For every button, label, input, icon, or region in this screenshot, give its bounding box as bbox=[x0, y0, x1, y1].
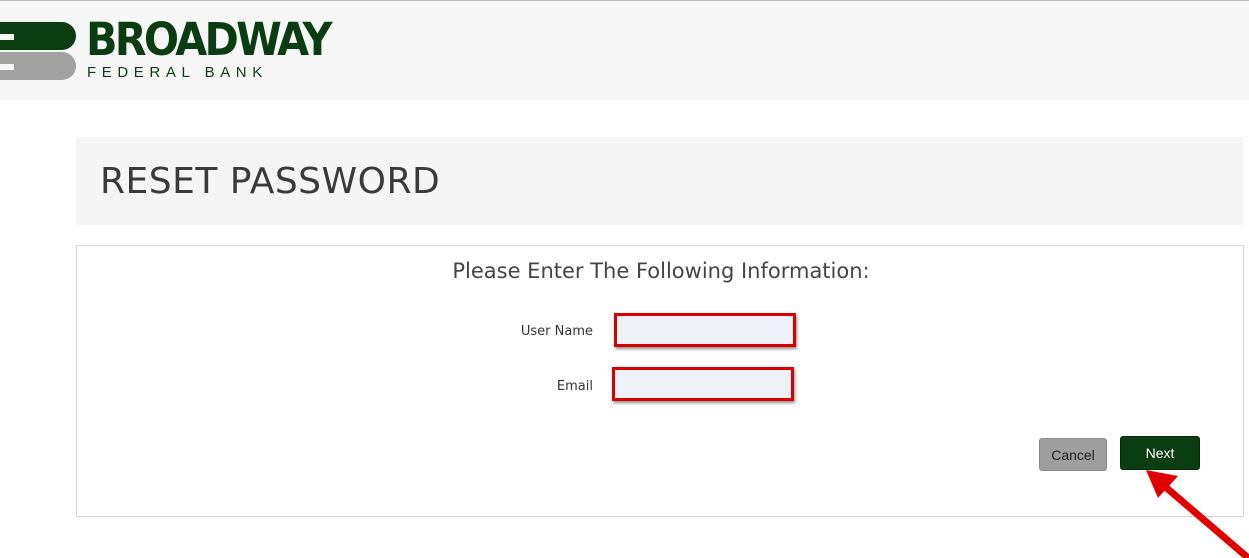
username-label: User Name bbox=[520, 324, 593, 339]
cancel-button[interactable]: Cancel bbox=[1039, 438, 1107, 471]
logo-subtitle: FEDERAL BANK bbox=[87, 64, 268, 81]
form-instructions: Please Enter The Following Information: bbox=[452, 259, 870, 283]
page-title-bar: RESET PASSWORD bbox=[76, 137, 1243, 225]
site-header: BROADWAY FEDERAL BANK bbox=[0, 1, 1249, 100]
email-label: Email bbox=[556, 379, 593, 394]
username-input[interactable] bbox=[614, 313, 796, 347]
page-title: RESET PASSWORD bbox=[100, 161, 441, 202]
red-pointer-arrow-icon bbox=[1146, 470, 1249, 558]
broadway-b-mark-icon bbox=[0, 22, 76, 80]
email-input[interactable] bbox=[612, 367, 794, 401]
logo-wordmark[interactable]: BROADWAY bbox=[86, 15, 332, 65]
reset-password-form: Please Enter The Following Information: … bbox=[76, 245, 1244, 517]
